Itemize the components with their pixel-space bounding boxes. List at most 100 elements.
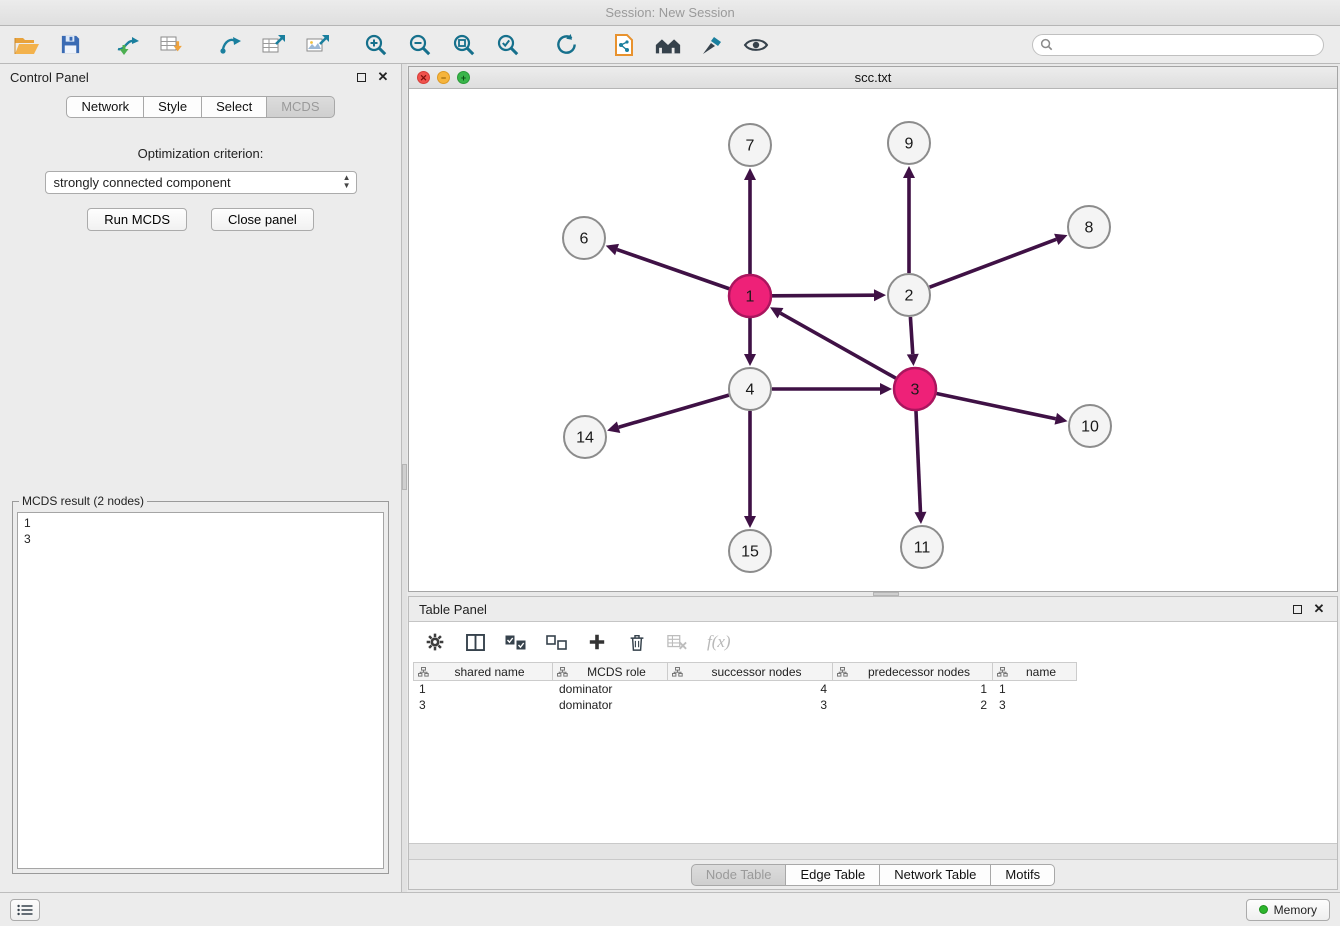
- control-panel-title: Control Panel: [10, 70, 347, 85]
- graph-node[interactable]: 15: [729, 530, 771, 572]
- select-all-icon[interactable]: [505, 630, 526, 654]
- graph-node[interactable]: 2: [888, 274, 930, 316]
- edge-arrowhead-icon: [914, 512, 926, 524]
- delete-row-icon[interactable]: [627, 630, 647, 654]
- mcds-result-line: 3: [24, 531, 377, 547]
- table-cell: 1: [413, 681, 553, 697]
- graph-edge[interactable]: [930, 239, 1057, 287]
- mcds-result-list[interactable]: 13: [17, 512, 384, 869]
- table-row[interactable]: 1dominator411: [413, 681, 1077, 697]
- graph-node[interactable]: 6: [563, 217, 605, 259]
- zoom-selected-icon[interactable]: [494, 32, 522, 58]
- new-network-from-selection-icon[interactable]: [216, 32, 244, 58]
- run-mcds-button[interactable]: Run MCDS: [87, 208, 187, 231]
- graph-edge[interactable]: [780, 313, 895, 378]
- graph-node[interactable]: 10: [1069, 405, 1111, 447]
- add-row-icon[interactable]: [587, 630, 607, 654]
- node-table-body: 1dominator4113dominator323: [409, 681, 1337, 713]
- column-sort-icon: [837, 667, 848, 677]
- window-title: Session: New Session: [605, 5, 734, 20]
- houses-icon[interactable]: [654, 32, 682, 58]
- graph-node[interactable]: 1: [729, 275, 771, 317]
- column-header-label: successor nodes: [685, 665, 828, 679]
- paint-icon[interactable]: [698, 32, 726, 58]
- function-builder-icon[interactable]: f(x): [707, 630, 731, 654]
- table-cell: dominator: [553, 697, 668, 713]
- mcds-result-legend: MCDS result (2 nodes): [19, 494, 147, 508]
- close-panel-icon[interactable]: ✕: [375, 69, 391, 85]
- delete-table-icon[interactable]: [667, 630, 687, 654]
- table-panel: Table Panel ✕: [408, 596, 1338, 890]
- graph-node[interactable]: 7: [729, 124, 771, 166]
- edge-arrowhead-icon: [874, 289, 886, 301]
- minimize-window-icon[interactable]: −: [437, 71, 450, 84]
- column-header-MCDS-role[interactable]: MCDS role: [553, 662, 668, 681]
- eye-icon[interactable]: [742, 32, 770, 58]
- task-history-icon[interactable]: [10, 899, 40, 921]
- graph-node[interactable]: 9: [888, 122, 930, 164]
- column-header-shared-name[interactable]: shared name: [413, 662, 553, 681]
- zoom-out-icon[interactable]: [406, 32, 434, 58]
- graph-edge[interactable]: [937, 394, 1056, 419]
- table-cell: dominator: [553, 681, 668, 697]
- import-table-icon[interactable]: [158, 32, 186, 58]
- maximize-window-icon[interactable]: +: [457, 71, 470, 84]
- settings-gear-icon[interactable]: [425, 630, 445, 654]
- network-window-title: scc.txt: [855, 70, 892, 85]
- float-panel-icon[interactable]: [353, 69, 369, 85]
- control-panel-tabs: NetworkStyleSelectMCDS: [0, 96, 401, 118]
- network-graph[interactable]: 7 9 6 8 1 2 4 3 14 10 15 11: [409, 89, 1337, 591]
- graph-node[interactable]: 14: [564, 416, 606, 458]
- graph-edge[interactable]: [619, 395, 729, 427]
- network-document-icon[interactable]: [610, 32, 638, 58]
- column-header-name[interactable]: name: [993, 662, 1077, 681]
- memory-status-icon: [1259, 905, 1268, 914]
- memory-button[interactable]: Memory: [1246, 899, 1330, 921]
- graph-node[interactable]: 3: [894, 368, 936, 410]
- column-header-successor-nodes[interactable]: successor nodes: [668, 662, 833, 681]
- close-panel-button[interactable]: Close panel: [211, 208, 314, 231]
- column-header-predecessor-nodes[interactable]: predecessor nodes: [833, 662, 993, 681]
- float-table-panel-icon[interactable]: [1289, 601, 1305, 617]
- tab-mcds[interactable]: MCDS: [267, 96, 334, 118]
- zoom-in-icon[interactable]: [362, 32, 390, 58]
- graph-edge[interactable]: [617, 250, 729, 289]
- tab-node-table[interactable]: Node Table: [691, 864, 787, 886]
- edge-arrowhead-icon: [744, 354, 756, 366]
- table-cell: 3: [993, 697, 1077, 713]
- graph-node[interactable]: 11: [901, 526, 943, 568]
- graph-edge[interactable]: [916, 411, 920, 512]
- column-sort-icon: [672, 667, 683, 677]
- tab-style[interactable]: Style: [144, 96, 202, 118]
- graph-node[interactable]: 8: [1068, 206, 1110, 248]
- export-image-icon[interactable]: [304, 32, 332, 58]
- tab-edge-table[interactable]: Edge Table: [786, 864, 880, 886]
- column-layout-icon[interactable]: [465, 630, 485, 654]
- import-network-icon[interactable]: [114, 32, 142, 58]
- save-icon[interactable]: [56, 32, 84, 58]
- export-table-icon[interactable]: [260, 32, 288, 58]
- zoom-fit-icon[interactable]: [450, 32, 478, 58]
- tab-network-table[interactable]: Network Table: [880, 864, 991, 886]
- column-header-label: shared name: [431, 665, 548, 679]
- close-window-icon[interactable]: ✕: [417, 71, 430, 84]
- tab-motifs[interactable]: Motifs: [991, 864, 1055, 886]
- mcds-result-line: 1: [24, 515, 377, 531]
- column-header-label: MCDS role: [570, 665, 663, 679]
- tab-network[interactable]: Network: [66, 96, 144, 118]
- network-canvas[interactable]: 7 9 6 8 1 2 4 3 14 10 15 11: [409, 89, 1337, 591]
- tab-select[interactable]: Select: [202, 96, 267, 118]
- close-table-panel-icon[interactable]: ✕: [1311, 601, 1327, 617]
- node-table-header: shared name MCDS role successor nodes prede…: [413, 662, 1337, 681]
- graph-node[interactable]: 4: [729, 368, 771, 410]
- graph-edge[interactable]: [910, 317, 912, 354]
- graph-edge[interactable]: [772, 295, 874, 296]
- table-row[interactable]: 3dominator323: [413, 697, 1077, 713]
- apply-layout-icon[interactable]: [552, 32, 580, 58]
- optimization-criterion-select[interactable]: strongly connected component ▲▼: [45, 171, 357, 194]
- open-file-icon[interactable]: [12, 32, 40, 58]
- table-hscrollbar[interactable]: [409, 843, 1337, 859]
- edge-arrowhead-icon: [607, 421, 620, 433]
- search-input[interactable]: [1032, 34, 1324, 56]
- deselect-all-icon[interactable]: [546, 630, 567, 654]
